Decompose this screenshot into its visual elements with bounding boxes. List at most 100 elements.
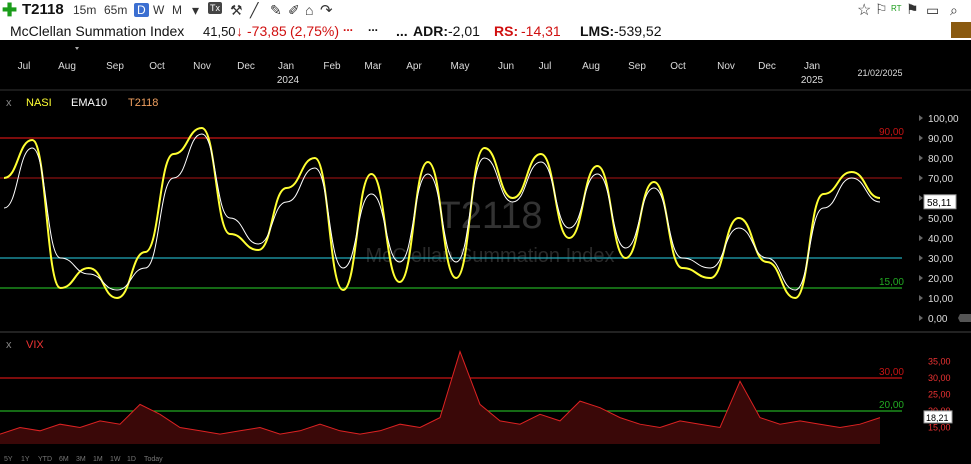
y-tick-label: 35,00: [928, 357, 951, 367]
y-tick-label: 30,00: [928, 373, 951, 383]
time-label: Jul: [18, 61, 31, 72]
y-tick-label: 25,00: [928, 390, 951, 400]
dropdown-icon[interactable]: ▾: [192, 2, 199, 19]
watermark-name: McClellan Summation Index: [366, 245, 615, 267]
range-button[interactable]: 1Y: [21, 456, 30, 463]
brush-icon[interactable]: ✐: [288, 2, 300, 19]
time-label: Jan: [278, 61, 294, 72]
timeframe-d[interactable]: D: [134, 3, 149, 17]
time-label: Dec: [237, 61, 255, 72]
y-tick-marker: [919, 175, 923, 181]
line-label-30: 30,00: [879, 367, 904, 378]
time-label: Jan: [804, 61, 820, 72]
window-icon[interactable]: ▭: [926, 2, 939, 19]
year-label: 2025: [801, 75, 824, 86]
time-label: Nov: [193, 61, 211, 72]
panel-toggle[interactable]: [951, 22, 971, 38]
y-tick-label: 10,00: [928, 294, 953, 305]
search-icon[interactable]: ⌕: [950, 2, 958, 19]
down-arrow-icon: ↓: [236, 23, 243, 39]
range-button[interactable]: Today: [144, 456, 163, 463]
range-button[interactable]: 5Y: [4, 456, 13, 463]
y-tick-marker: [919, 155, 923, 161]
y-tick-marker: [919, 195, 923, 201]
bottom-y-axis: 35,0030,0025,0020,0015,0018,21: [923, 357, 953, 433]
timeframe-15m[interactable]: 15m: [73, 3, 96, 17]
y-tick-label: 30,00: [928, 254, 953, 265]
range-button[interactable]: 1D: [127, 456, 136, 463]
alert-icon[interactable]: ⚑: [906, 1, 919, 18]
top-y-axis: 100,0090,0080,0070,0060,0050,0040,0030,0…: [919, 114, 971, 325]
chart-area: Jul Aug Sep Oct Nov Dec Jan Feb Mar Apr May Jun Jul A…: [0, 47, 971, 463]
range-button[interactable]: 1W: [110, 456, 121, 463]
info-bar: McClellan Summation Index 41,50 ↓ -73,85…: [0, 20, 971, 40]
last-value-label: 18,21: [926, 413, 949, 423]
tools-icon[interactable]: ⚒: [230, 2, 243, 19]
add-icon[interactable]: ✚: [2, 0, 17, 20]
time-label: Oct: [149, 61, 165, 72]
scroll-marker-icon: [75, 47, 79, 50]
y-tick-label: 90,00: [928, 134, 953, 145]
lms-label: LMS:: [580, 23, 615, 39]
timeframe-w[interactable]: W: [153, 3, 164, 17]
layout-icon[interactable]: Tx: [208, 2, 222, 14]
text-icon[interactable]: ⌂: [305, 2, 313, 18]
y-tick-marker: [919, 275, 923, 281]
change-value: -73,85: [247, 23, 287, 39]
legend-t2118[interactable]: T2118: [128, 97, 158, 109]
price-value: 41,50: [203, 24, 236, 39]
flag-icon[interactable]: ⚐: [875, 1, 888, 18]
bottom-tools: 5Y 1Y YTD 6M 3M 1M 1W 1D Today: [4, 456, 163, 463]
timeframe-m[interactable]: M: [172, 3, 182, 17]
share-icon[interactable]: ↷: [320, 1, 333, 19]
y-tick-label: 50,00: [928, 214, 953, 225]
last-date-label: 21/02/2025: [857, 68, 902, 78]
y-tick-label: 80,00: [928, 154, 953, 165]
y-tick-marker: [919, 255, 923, 261]
axis-scroll-handle[interactable]: [958, 314, 971, 322]
year-label: 2024: [277, 75, 300, 86]
time-label: Nov: [717, 61, 735, 72]
y-tick-marker: [919, 235, 923, 241]
time-label: Jul: [539, 61, 552, 72]
legend-ema10[interactable]: EMA10: [71, 97, 107, 109]
y-tick-label: 40,00: [928, 234, 953, 245]
index-name: McClellan Summation Index: [10, 23, 185, 39]
y-tick-label: 70,00: [928, 174, 953, 185]
last-value-label: 58,11: [927, 198, 952, 209]
ruler-icon[interactable]: ╱: [250, 2, 258, 19]
legend-vix[interactable]: VIX: [26, 339, 44, 351]
legend-nasi[interactable]: NASI: [26, 97, 52, 109]
time-label: Aug: [58, 61, 76, 72]
line-label-20: 20,00: [879, 400, 904, 411]
y-tick-label: 15,00: [928, 423, 951, 433]
timeframe-65m[interactable]: 65m: [104, 3, 127, 17]
bottom-plot: 30,00 20,00: [0, 350, 904, 444]
y-tick-label: 0,00: [928, 314, 948, 325]
watermark-symbol: T2118: [438, 195, 543, 237]
time-label: Jun: [498, 61, 514, 72]
bottom-panel-close[interactable]: x: [6, 339, 12, 351]
time-label: Aug: [582, 61, 600, 72]
time-label: Oct: [670, 61, 686, 72]
menu-dots-3[interactable]: ...: [396, 23, 408, 39]
pencil-icon[interactable]: ✎: [270, 2, 282, 19]
y-tick-marker: [919, 135, 923, 141]
time-axis: Jul Aug Sep Oct Nov Dec Jan Feb Mar Apr May Jun Jul A…: [18, 47, 903, 86]
y-tick-marker: [919, 115, 923, 121]
top-panel-close[interactable]: x: [6, 97, 12, 109]
menu-dots-1[interactable]: ...: [343, 20, 365, 40]
time-label: Sep: [628, 61, 646, 72]
range-button[interactable]: 3M: [76, 456, 86, 463]
menu-dots-2[interactable]: ...: [368, 20, 385, 40]
star-icon[interactable]: ☆: [857, 0, 871, 20]
rs-value: -14,31: [521, 23, 561, 39]
time-label: Mar: [364, 61, 382, 72]
time-label: May: [451, 61, 470, 72]
adr-value: -2,01: [448, 23, 480, 39]
range-button[interactable]: 6M: [59, 456, 69, 463]
range-button[interactable]: 1M: [93, 456, 103, 463]
symbol-label[interactable]: T2118: [22, 1, 64, 18]
y-tick-label: 20,00: [928, 274, 953, 285]
range-button[interactable]: YTD: [38, 456, 52, 463]
